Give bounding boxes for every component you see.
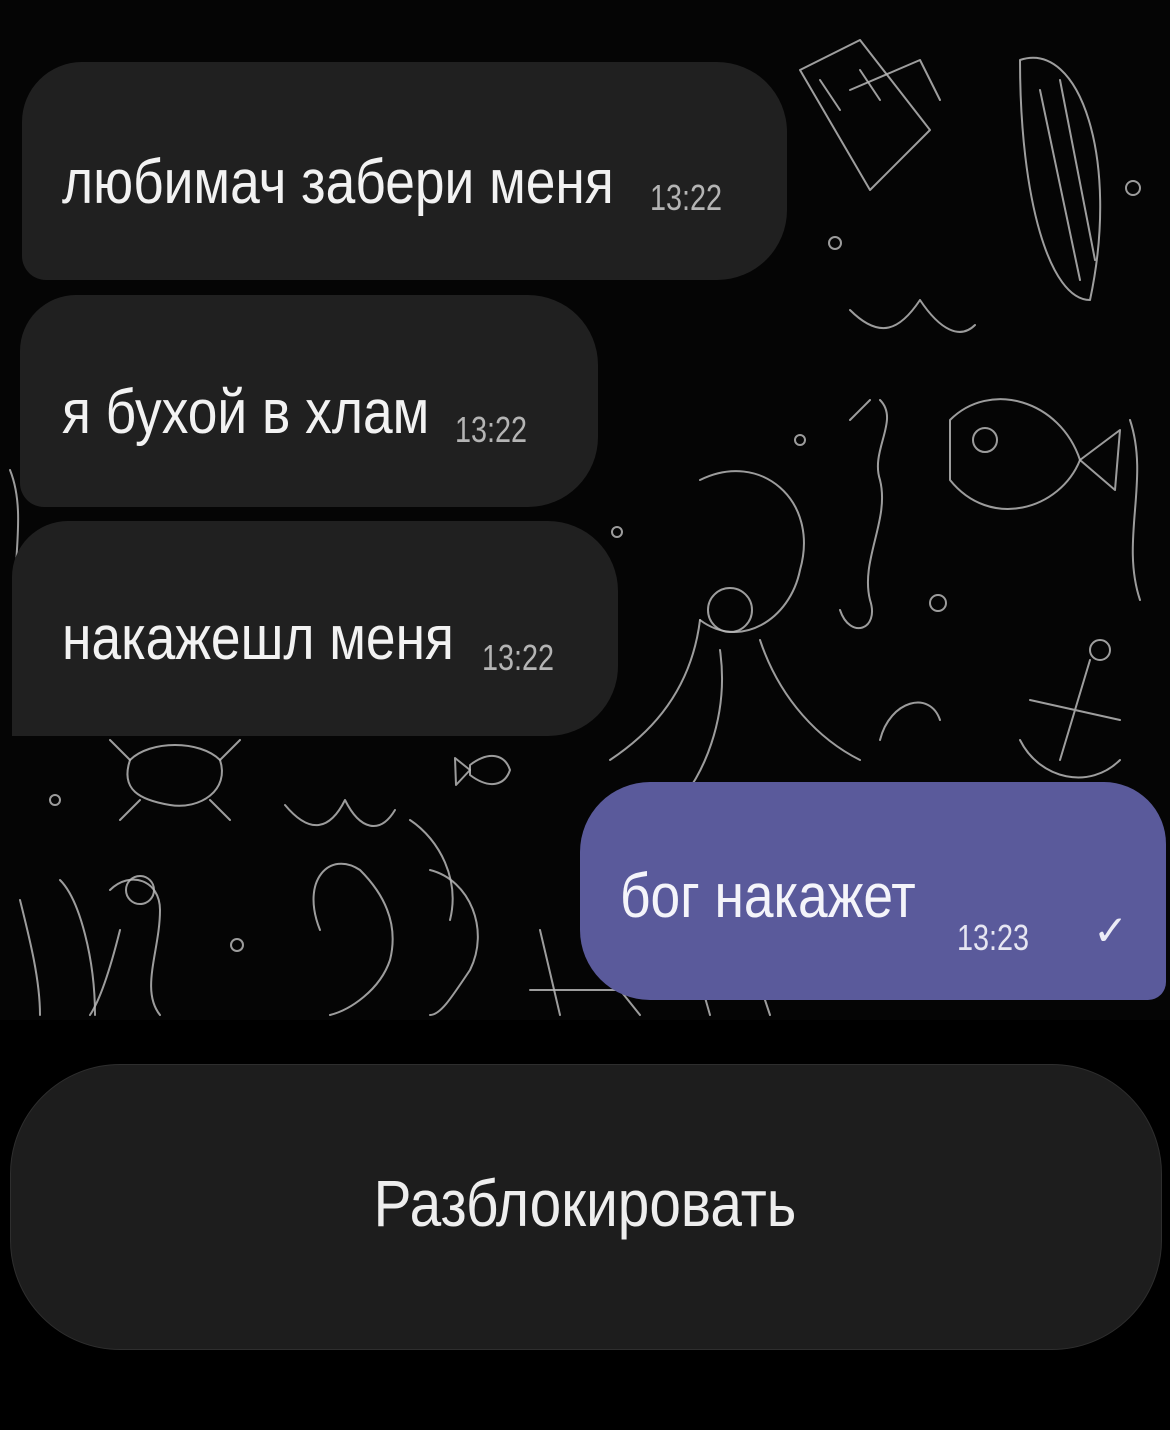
doodle-crab-icon (109, 739, 241, 821)
message-text: любимач забери меня (62, 152, 704, 214)
message-time: 13:22 (482, 640, 572, 676)
message-time: 13:23 (957, 920, 1047, 956)
message-text-label: бог накажет (620, 862, 916, 931)
message-text: бог накажет (620, 866, 964, 928)
message-text: накажешл меня (62, 608, 518, 670)
message-text: я бухой в хлам (62, 382, 489, 444)
message-time: 13:22 (650, 180, 740, 216)
message-text-label: накажешл меня (62, 604, 454, 673)
doodle-shell-icon (1019, 56, 1102, 301)
unblock-button-label: Разблокировать (373, 1166, 797, 1240)
doodle-couple-icon (19, 875, 161, 1016)
message-time-label: 13:23 (957, 917, 1030, 958)
message-time-label: 13:22 (455, 409, 528, 450)
message-time: 13:22 (455, 412, 545, 448)
checkmark-icon: ✓ (1093, 907, 1129, 954)
doodle-bottle-icon (799, 39, 941, 191)
message-time-label: 13:22 (482, 637, 555, 678)
message-time-label: 13:22 (650, 177, 723, 218)
doodle-anchor-icon (1019, 639, 1121, 779)
message-text-label: я бухой в хлам (62, 378, 430, 447)
doodle-octopus-icon (609, 470, 861, 801)
doodle-seahorse-icon (839, 399, 889, 630)
message-text-label: любимач забери меня (62, 148, 614, 217)
doodle-mermaid-icon (312, 819, 479, 1016)
chat-screen: любимач забери меня 13:22 я бухой в хлам… (0, 0, 1170, 1430)
